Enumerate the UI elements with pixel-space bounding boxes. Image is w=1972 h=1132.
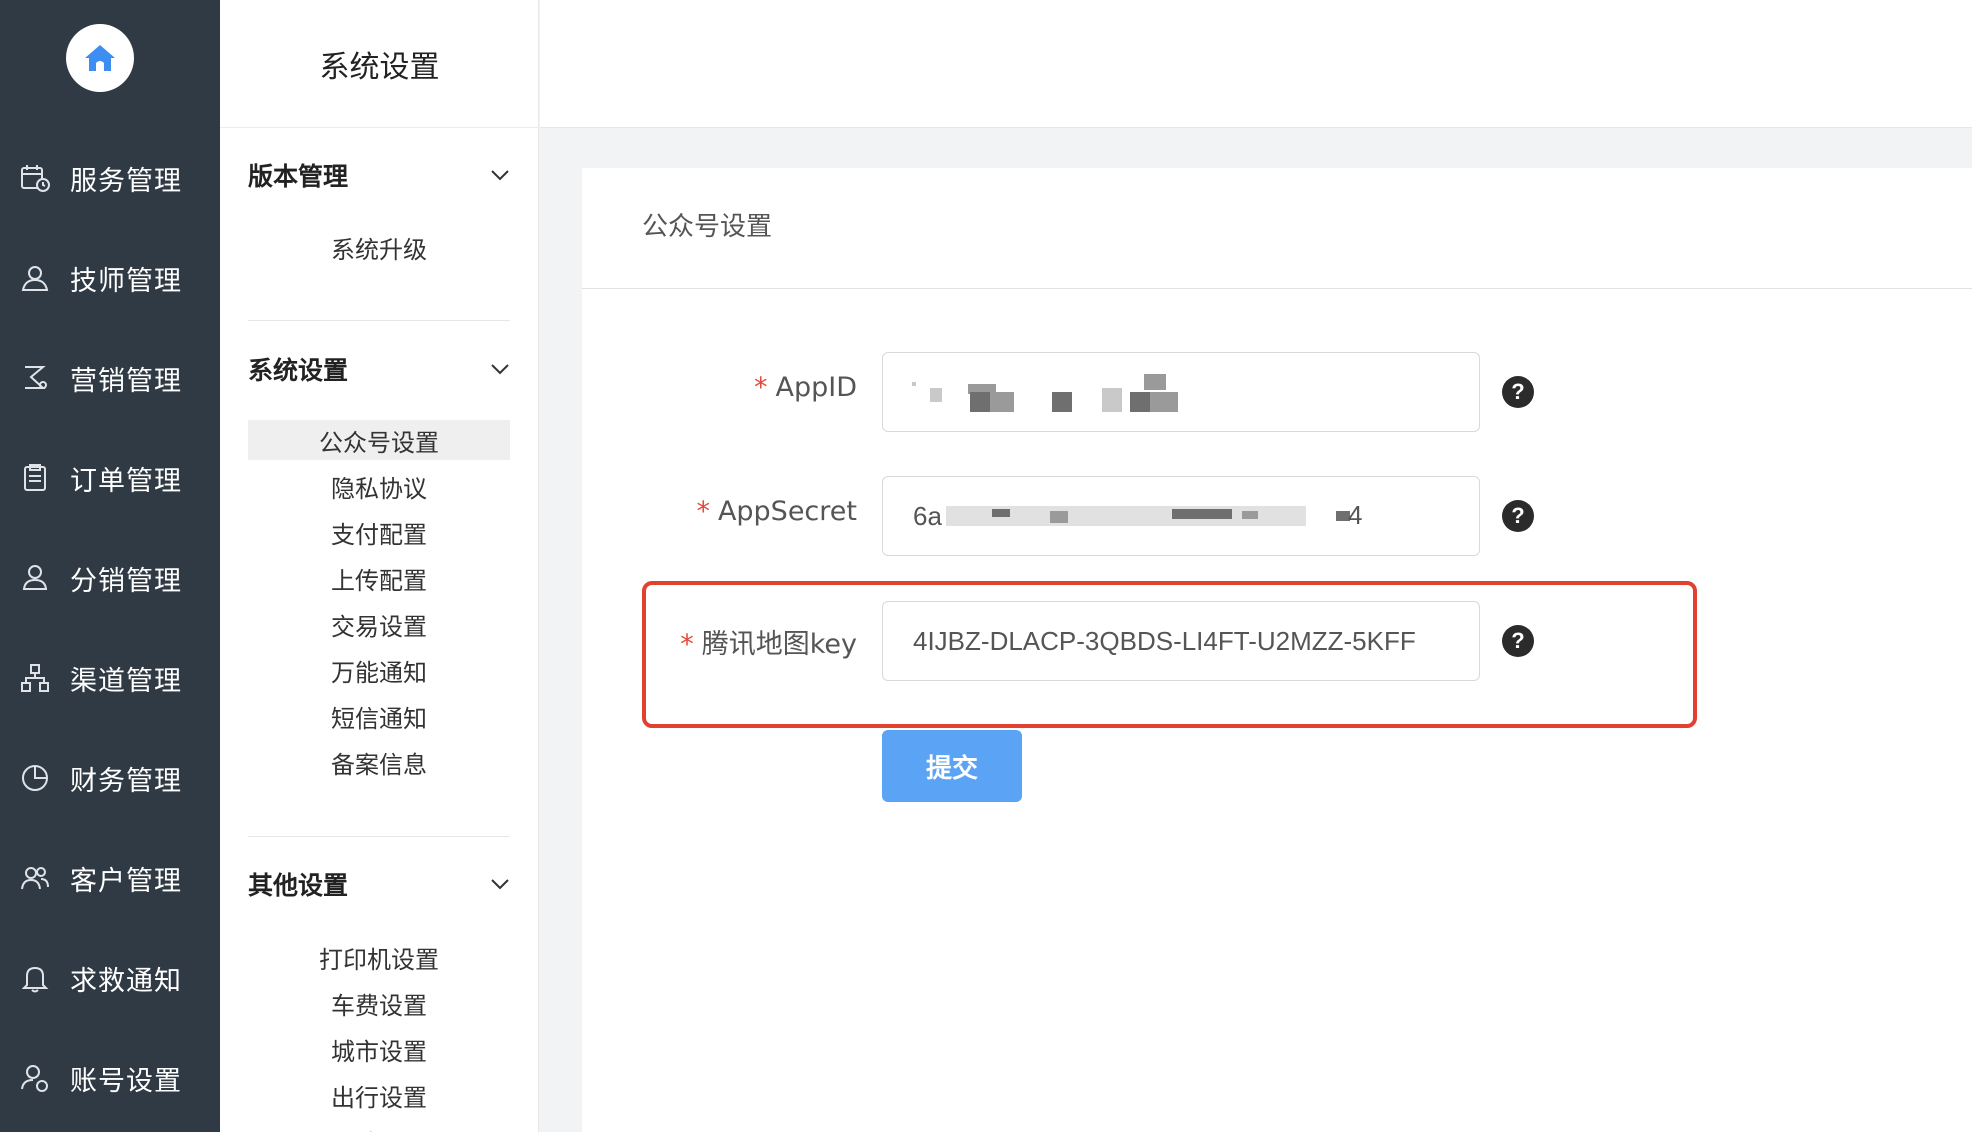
submenu-item-privacy[interactable]: 隐私协议	[248, 466, 510, 506]
chevron-down-icon	[491, 364, 509, 375]
submenu-item-upgrade[interactable]: 系统升级	[248, 227, 510, 267]
sitemap-icon	[18, 661, 52, 695]
nav-item-label: 分销管理	[70, 565, 182, 597]
nav-item-orders[interactable]: 订单管理	[0, 448, 220, 508]
submenu-item-notify[interactable]: 万能通知	[248, 650, 510, 690]
group-header-system[interactable]: 系统设置	[248, 347, 510, 391]
nav-item-marketing[interactable]: 营销管理	[0, 348, 220, 408]
nav-item-label: 服务管理	[70, 165, 182, 197]
submenu-item-official-account[interactable]: 公众号设置	[248, 420, 510, 460]
chevron-down-icon	[491, 879, 509, 890]
pie-chart-icon	[18, 761, 52, 795]
submenu-item-icp[interactable]: 备案信息	[248, 742, 510, 782]
group-divider	[248, 320, 510, 321]
account-settings-icon	[18, 1061, 52, 1095]
help-icon[interactable]: ?	[1502, 376, 1534, 408]
nav-item-label: 订单管理	[70, 465, 182, 497]
submenu-item-city[interactable]: 城市设置	[248, 1029, 510, 1069]
card-title: 公众号设置	[642, 212, 773, 242]
group-label: 版本管理	[248, 162, 349, 191]
user-share-icon	[18, 561, 52, 595]
nav-item-label: 求救通知	[70, 965, 182, 997]
nav-item-account[interactable]: 账号设置	[0, 1048, 220, 1108]
bell-icon	[18, 961, 52, 995]
required-mark: *	[696, 496, 710, 527]
nav-item-channel[interactable]: 渠道管理	[0, 648, 220, 708]
group-header-other[interactable]: 其他设置	[248, 862, 510, 906]
required-mark: *	[753, 372, 768, 403]
chevron-down-icon	[491, 170, 509, 181]
nav-item-technician[interactable]: 技师管理	[0, 248, 220, 308]
submenu-item-payment[interactable]: 支付配置	[248, 512, 510, 552]
nav-item-distribution[interactable]: 分销管理	[0, 548, 220, 608]
nav-item-finance[interactable]: 财务管理	[0, 748, 220, 808]
nav-item-label: 营销管理	[70, 365, 182, 397]
top-bar	[540, 0, 1972, 128]
submenu-item-sms[interactable]: 短信通知	[248, 696, 510, 736]
marketing-icon	[18, 361, 52, 395]
calendar-clock-icon	[18, 161, 52, 195]
group-header-version[interactable]: 版本管理	[248, 153, 510, 197]
nav-item-sos[interactable]: 求救通知	[0, 948, 220, 1008]
nav-item-label: 账号设置	[70, 1065, 182, 1097]
card-divider	[582, 288, 1972, 289]
nav-item-label: 客户管理	[70, 865, 182, 897]
nav-item-service[interactable]: 服务管理	[0, 148, 220, 208]
users-icon	[18, 861, 52, 895]
group-label: 其他设置	[248, 871, 349, 900]
submenu-item-upload[interactable]: 上传配置	[248, 558, 510, 598]
submenu-item-printer[interactable]: 打印机设置	[248, 937, 510, 977]
submit-button[interactable]: 提交	[882, 730, 1022, 802]
main-sidebar: 服务管理 技师管理 营销管理 订单管理 分销管理 渠道管理 财务管理 客户管理 …	[0, 0, 220, 1132]
appsecret-label: * AppSecret	[696, 496, 857, 527]
nav-item-customers[interactable]: 客户管理	[0, 848, 220, 908]
submenu-item-trade[interactable]: 交易设置	[248, 604, 510, 644]
appsecret-input[interactable]	[882, 476, 1480, 556]
nav-item-label: 技师管理	[70, 265, 182, 297]
clipboard-icon	[18, 461, 52, 495]
user-icon	[18, 261, 52, 295]
help-icon[interactable]: ?	[1502, 500, 1534, 532]
group-divider	[248, 836, 510, 837]
settings-submenu: 系统设置 版本管理 系统升级 系统设置 公众号设置 隐私协议 支付配置 上传配置…	[220, 0, 539, 1132]
home-icon	[85, 45, 115, 71]
field-label: AppID	[775, 372, 857, 403]
appid-input[interactable]	[882, 352, 1480, 432]
nav-item-label: 财务管理	[70, 765, 182, 797]
submenu-item-other[interactable]: 其他设置	[248, 1121, 510, 1132]
appid-label: * AppID	[754, 372, 857, 403]
submenu-title: 系统设置	[220, 0, 538, 128]
group-label: 系统设置	[248, 356, 349, 385]
submenu-item-fare[interactable]: 车费设置	[248, 983, 510, 1023]
nav-item-label: 渠道管理	[70, 665, 182, 697]
highlight-annotation	[642, 581, 1697, 728]
submenu-item-travel[interactable]: 出行设置	[248, 1075, 510, 1115]
field-label: AppSecret	[717, 496, 857, 527]
home-logo[interactable]	[66, 24, 134, 92]
